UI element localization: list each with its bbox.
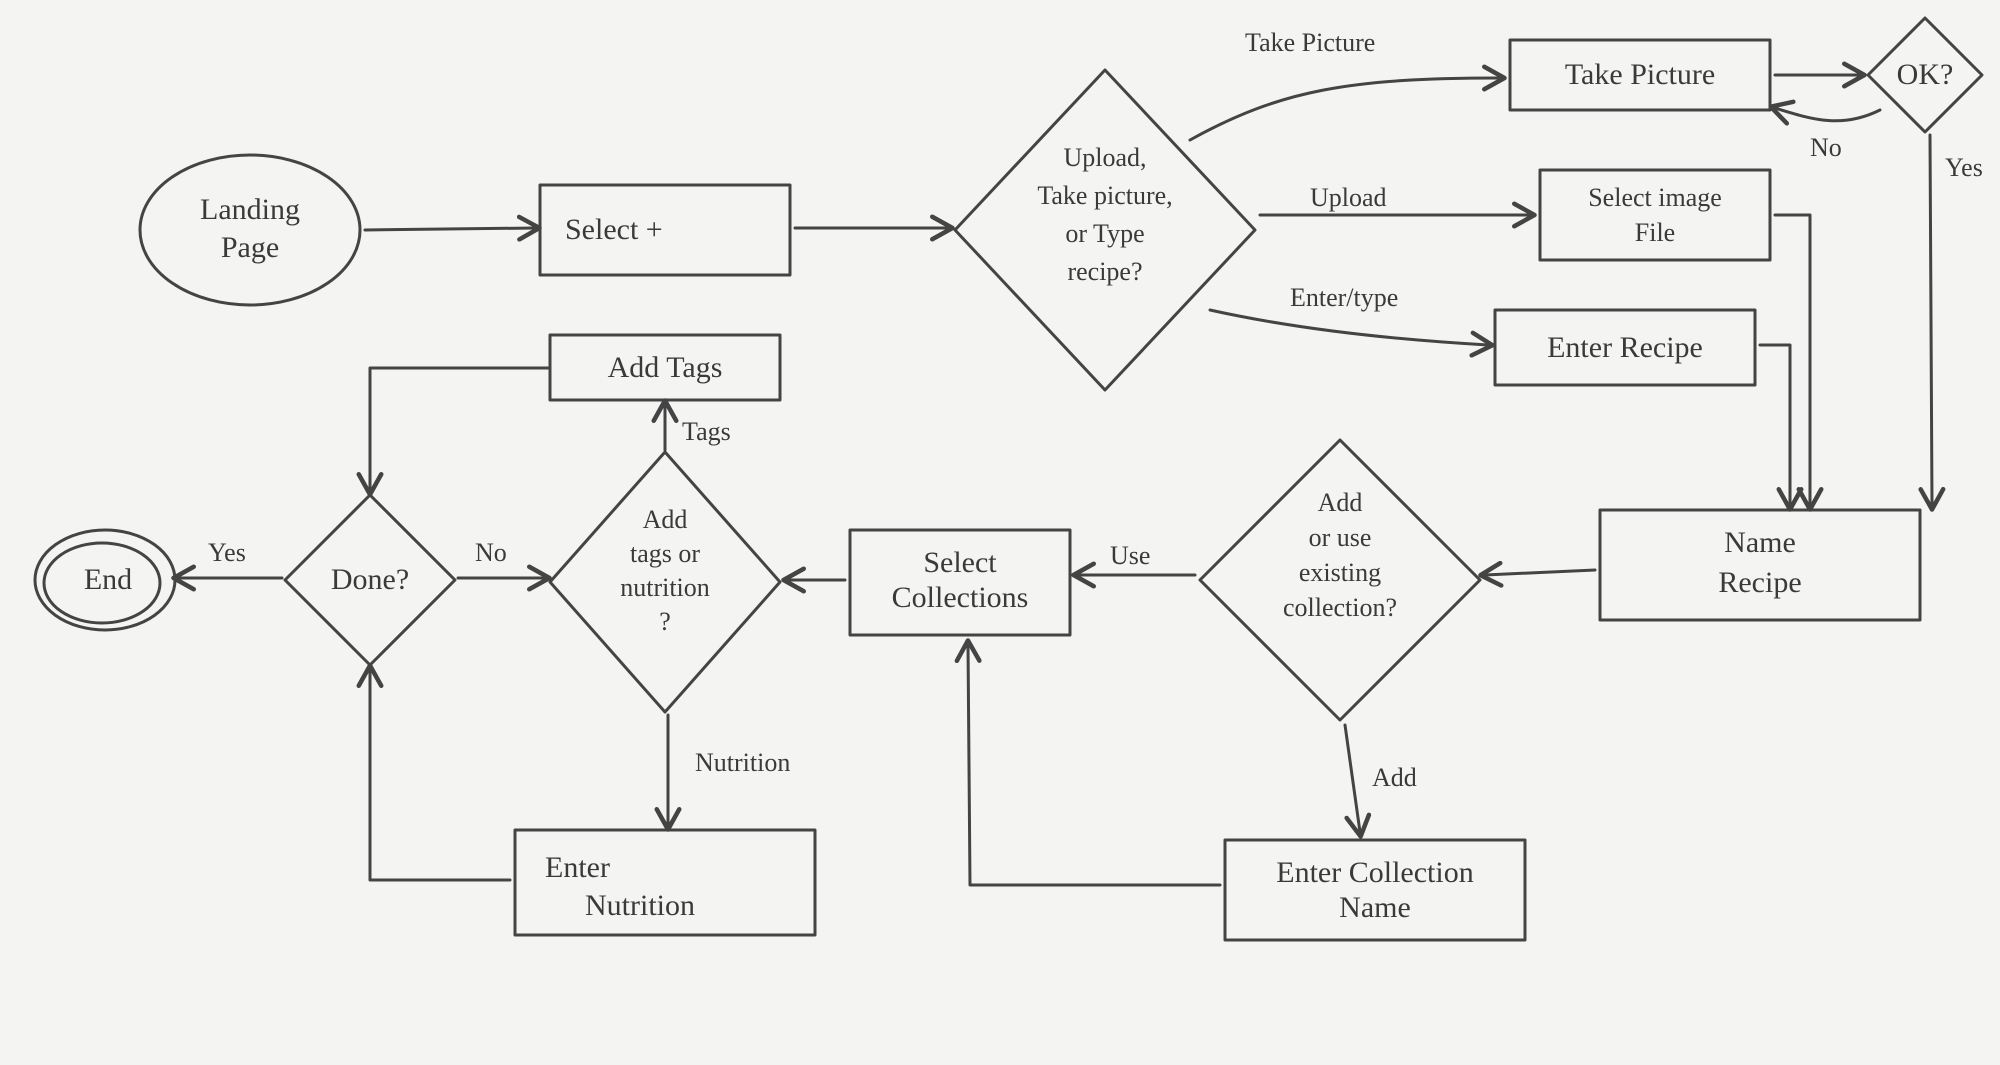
node-ok-decision: OK?: [1868, 18, 1982, 132]
edge-ok-yes: [1930, 135, 1932, 505]
edge-addtags-to-done: [370, 368, 548, 490]
label: collection?: [1283, 593, 1397, 622]
node-input-decision: Upload, Take picture, or Type recipe?: [955, 70, 1255, 390]
node-enter-recipe: Enter Recipe: [1495, 310, 1755, 385]
label: Collections: [892, 581, 1029, 614]
edge-enterrecipe-to-namerecipe: [1760, 345, 1790, 505]
node-select-plus: Select +: [540, 185, 790, 275]
label: Take picture,: [1037, 181, 1172, 210]
label: Enter Recipe: [1547, 331, 1703, 364]
label: nutrition: [620, 573, 710, 602]
edge-label-upload: Upload: [1310, 183, 1387, 212]
edge-label-use: Use: [1110, 541, 1150, 570]
label: Upload,: [1063, 143, 1146, 172]
label: Add: [643, 505, 688, 534]
node-done-decision: Done?: [285, 495, 455, 665]
label: Name: [1339, 891, 1411, 924]
edge-selectfile-to-namerecipe: [1775, 215, 1810, 505]
label: existing: [1299, 558, 1381, 587]
label: Select +: [565, 213, 663, 246]
node-enter-nutrition: Enter Nutrition: [515, 830, 815, 935]
node-add-tags: Add Tags: [550, 335, 780, 400]
node-tags-nutrition-decision: Add tags or nutrition ?: [550, 452, 780, 712]
edge-input-to-takepicture: [1190, 78, 1500, 140]
edge-label-yes: Yes: [1945, 153, 1983, 182]
label: ?: [659, 607, 671, 636]
edge-label-entertype: Enter/type: [1290, 283, 1398, 312]
node-collection-decision: Add or use existing collection?: [1200, 440, 1480, 720]
edge-label-done-no: No: [475, 538, 507, 567]
edge-namerecipe-to-collection: [1485, 570, 1595, 575]
node-select-image-file: Select image File: [1540, 170, 1770, 260]
label: or use: [1309, 523, 1372, 552]
node-enter-collection-name: Enter Collection Name: [1225, 840, 1525, 940]
label: or Type: [1065, 219, 1144, 248]
edge-input-to-enterrecipe: [1210, 310, 1488, 345]
label: Add Tags: [608, 351, 723, 384]
label: Select: [923, 546, 997, 579]
edge-label-done-yes: Yes: [208, 538, 246, 567]
label: Landing: [200, 193, 300, 226]
edge-label-tags: Tags: [682, 417, 731, 446]
label: Add: [1318, 488, 1363, 517]
node-select-collections: Select Collections: [850, 530, 1070, 635]
flowchart-canvas: Landing Page Select + Upload, Take pictu…: [0, 0, 2000, 1065]
label: recipe?: [1067, 257, 1142, 286]
label: OK?: [1897, 58, 1954, 91]
label: Nutrition: [585, 889, 695, 922]
label: Take Picture: [1565, 58, 1715, 91]
edge-label-no: No: [1810, 133, 1842, 162]
edge-entercollection-to-selectcollections: [968, 645, 1220, 885]
label: Recipe: [1718, 566, 1801, 599]
node-take-picture: Take Picture: [1510, 40, 1770, 110]
label: Done?: [331, 563, 409, 596]
label: Select image: [1588, 183, 1722, 212]
label: Enter Collection: [1276, 856, 1473, 889]
label: tags or: [630, 539, 700, 568]
edge-collection-add: [1345, 725, 1360, 832]
edge-ok-no: [1775, 108, 1880, 121]
label: Name: [1724, 526, 1796, 559]
edge-enternutrition-to-done: [370, 670, 510, 880]
node-name-recipe: Name Recipe: [1600, 510, 1920, 620]
node-landing-page: Landing Page: [140, 155, 360, 305]
edge-landing-to-selectplus: [365, 228, 535, 230]
node-end: End: [35, 530, 175, 630]
label: End: [84, 563, 132, 596]
edge-label-take-picture: Take Picture: [1245, 28, 1375, 57]
edge-label-add: Add: [1372, 763, 1417, 792]
edge-label-nutrition: Nutrition: [695, 748, 790, 777]
label: Enter: [545, 851, 610, 884]
label: File: [1635, 218, 1675, 247]
label: Page: [221, 231, 279, 264]
